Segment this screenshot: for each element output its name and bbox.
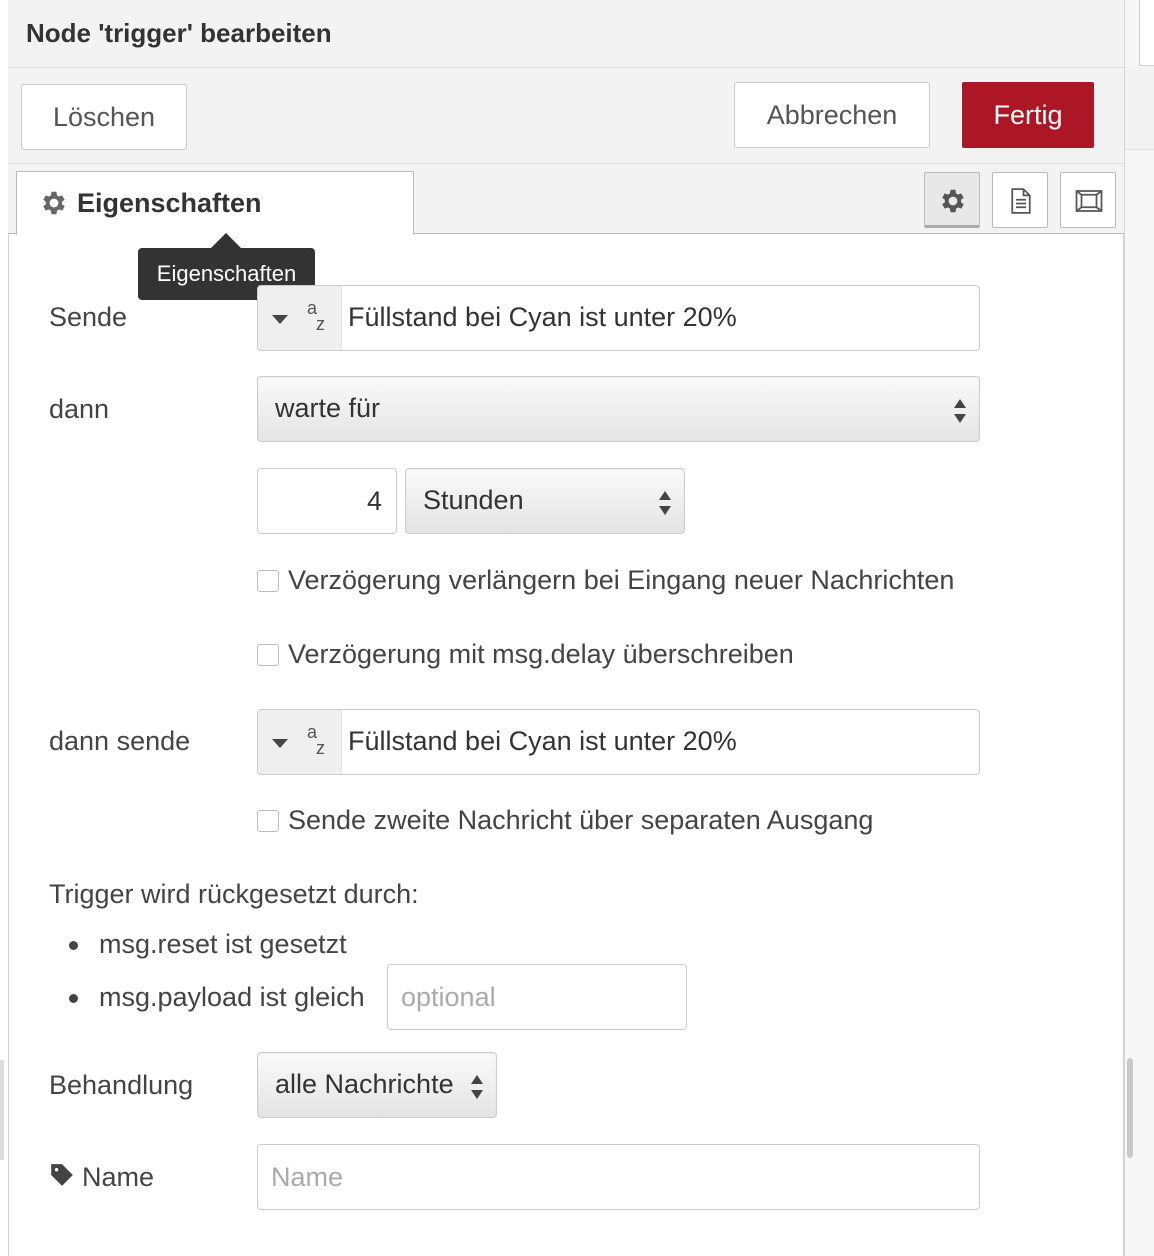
reset-item-2: msg.payload ist gleich	[99, 982, 365, 1012]
extend-delay-checkbox[interactable]	[257, 570, 279, 592]
send-type-selector[interactable]: az	[258, 286, 342, 350]
override-delay-label: Verzögerung mit msg.delay überschreiben	[288, 639, 794, 669]
handling-label: Behandlung	[49, 1070, 194, 1100]
bullet-dot	[69, 994, 78, 1003]
select-arrows-icon	[470, 1073, 484, 1101]
handling-select-value: alle Nachrichten	[275, 1069, 453, 1099]
name-label: Name	[82, 1162, 155, 1192]
tray-header: Node 'trigger' bearbeiten	[8, 0, 1124, 68]
done-button[interactable]: Fertig	[962, 82, 1094, 148]
caret-down-icon	[272, 739, 288, 748]
duration-input[interactable]	[257, 468, 397, 534]
scrollbar-thumb[interactable]	[1127, 1058, 1133, 1158]
tooltip-arrow	[210, 233, 242, 249]
second-output-checkbox[interactable]	[257, 810, 279, 832]
override-delay-checkbox[interactable]	[257, 644, 279, 666]
delete-button[interactable]: Löschen	[21, 84, 187, 150]
then-send-value: Füllstand bei Cyan ist unter 20%	[348, 726, 737, 756]
tab-bar: Eigenschaften	[8, 164, 1124, 235]
caret-down-icon	[272, 315, 288, 324]
then-label: dann	[49, 394, 110, 424]
send-label: Sende	[49, 302, 128, 332]
then-send-label: dann sende	[49, 726, 191, 756]
duration-unit-select[interactable]: Stunden	[405, 468, 685, 534]
left-scrollbar	[0, 1060, 4, 1160]
extend-delay-label: Verzögerung verlängern bei Eingang neuer…	[288, 565, 955, 595]
then-send-type-selector[interactable]: az	[258, 710, 342, 774]
tray-title: Node 'trigger' bearbeiten	[26, 18, 332, 48]
handling-select[interactable]: alle Nachrichten	[257, 1052, 497, 1118]
send-value: Füllstand bei Cyan ist unter 20%	[348, 302, 737, 332]
select-arrows-icon	[658, 489, 672, 517]
then-select[interactable]: warte für	[257, 376, 980, 442]
tab-icon-description[interactable]	[992, 172, 1048, 228]
name-field[interactable]	[258, 1145, 979, 1209]
name-input[interactable]	[257, 1144, 980, 1210]
tab-icon-properties[interactable]	[924, 172, 980, 228]
cancel-button[interactable]: Abbrechen	[734, 82, 930, 148]
then-select-value: warte für	[275, 393, 381, 423]
duration-field[interactable]	[258, 469, 396, 533]
duration-unit-value: Stunden	[423, 485, 524, 515]
reset-item-1: msg.reset ist gesetzt	[99, 929, 347, 959]
second-output-label: Sende zweite Nachricht über separaten Au…	[288, 805, 874, 835]
tab-icon-appearance[interactable]	[1060, 172, 1116, 228]
send-typed-input[interactable]: az Füllstand bei Cyan ist unter 20%	[257, 285, 980, 351]
tab-properties[interactable]: Eigenschaften	[16, 171, 414, 235]
reset-payload-field[interactable]	[388, 965, 686, 1029]
tab-properties-label: Eigenschaften	[77, 188, 262, 218]
reset-heading: Trigger wird rückgesetzt durch:	[49, 879, 419, 909]
select-arrows-icon	[953, 397, 967, 425]
bullet-dot	[69, 941, 78, 950]
tray-toolbar: Löschen Abbrechen Fertig	[8, 68, 1124, 164]
then-send-typed-input[interactable]: az Füllstand bei Cyan ist unter 20%	[257, 709, 980, 775]
tag-icon	[49, 1162, 75, 1193]
gear-icon	[39, 188, 69, 218]
reset-payload-input[interactable]	[387, 964, 687, 1030]
